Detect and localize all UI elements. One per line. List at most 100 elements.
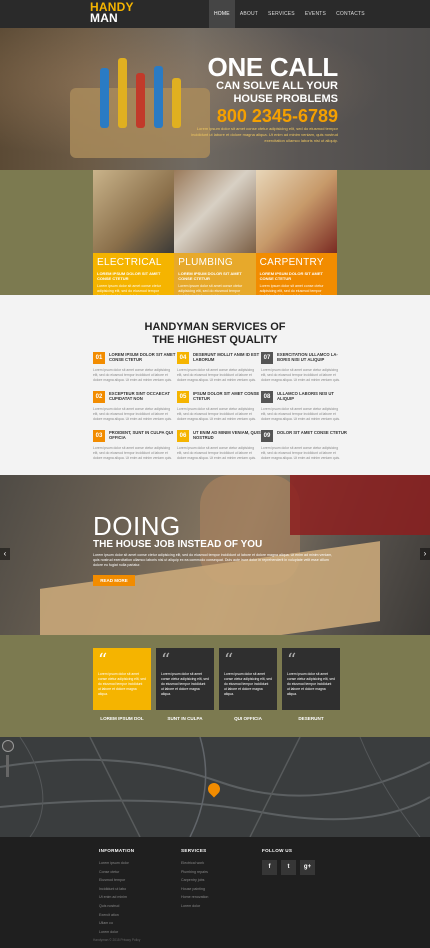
testimonials-band bbox=[0, 635, 430, 737]
screwdriver-image bbox=[136, 73, 145, 128]
multimeter-image bbox=[93, 170, 175, 253]
testimonial-card: “ Lorem ipsum dolor sit amet conse ctetu… bbox=[282, 648, 340, 710]
map-pan-control[interactable] bbox=[2, 740, 14, 752]
service-number: 06 bbox=[177, 430, 189, 442]
read-more-button[interactable]: READ MORE bbox=[93, 575, 135, 586]
nav-home[interactable]: HOME bbox=[209, 0, 235, 28]
footer-link[interactable]: Home renovation bbox=[181, 893, 208, 902]
service-number: 02 bbox=[93, 391, 105, 403]
card-subtitle: LOREM IPSUM DOLOR SIT AMET CONSE CTETUR bbox=[97, 271, 161, 281]
footer-heading: INFORMATION bbox=[99, 848, 135, 853]
footer-link[interactable]: House painting bbox=[181, 885, 208, 894]
quote-icon: “ bbox=[287, 650, 297, 671]
nav-about[interactable]: ABOUT bbox=[235, 0, 263, 28]
testimonial-author: DESERUNT bbox=[298, 716, 324, 721]
service-number: 01 bbox=[93, 352, 105, 364]
quote-icon: “ bbox=[224, 650, 234, 671]
testimonial-card: “ Lorem ipsum dolor sit amet conse ctetu… bbox=[156, 648, 214, 710]
card-subtitle: LOREM IPSUM DOLOR SIT AMET CONSE CTETUR bbox=[259, 271, 323, 281]
service-description: Lorem ipsum dolor sit amet conse ctetur … bbox=[177, 407, 256, 421]
nav-services[interactable]: SERVICES bbox=[263, 0, 300, 28]
footer-link[interactable]: Quis nostrud bbox=[99, 902, 134, 911]
service-description: Lorem ipsum dolor sit amet conse ctetur … bbox=[177, 368, 256, 382]
doing-subtitle: THE HOUSE JOB INSTEAD OF YOU bbox=[93, 539, 263, 550]
doing-text: Lorem ipsum dolor sit amet conse ctetur … bbox=[93, 553, 333, 567]
slider-prev-icon[interactable]: ‹ bbox=[0, 548, 10, 560]
logo-line2: MAN bbox=[90, 11, 118, 25]
footer-link[interactable]: Lorem dolor bbox=[99, 928, 134, 937]
doing-title: DOING bbox=[93, 511, 181, 541]
facebook-icon[interactable]: f bbox=[262, 860, 277, 875]
footer-link[interactable]: Conse ctetur bbox=[99, 868, 134, 877]
card-carpentry[interactable]: CARPENTRY LOREM IPSUM DOLOR SIT AMET CON… bbox=[255, 170, 337, 310]
nav-events[interactable]: EVENTS bbox=[300, 0, 331, 28]
footer-heading: FOLLOW US bbox=[262, 848, 293, 853]
screwdriver-image bbox=[118, 58, 127, 128]
header-bar: HANDY MAN HOME ABOUT SERVICES EVENTS CON… bbox=[0, 0, 430, 28]
card-title: ELECTRICAL bbox=[97, 257, 162, 268]
testimonial-author: QUI OFFICIA bbox=[234, 716, 262, 721]
footer-link[interactable]: Carpentry jobs bbox=[181, 876, 208, 885]
footer-link[interactable]: Eiusmod tempor bbox=[99, 876, 134, 885]
service-number: 08 bbox=[261, 391, 273, 403]
page: HANDY MAN HOME ABOUT SERVICES EVENTS CON… bbox=[0, 0, 430, 948]
hero-description: Lorem ipsum dolor sit amet conse ctetur … bbox=[191, 126, 338, 143]
card-title: CARPENTRY bbox=[259, 257, 324, 268]
service-heading: LOREM IPSUM DOLOR SIT AMET CONSE CTETUR bbox=[109, 352, 176, 362]
google-plus-icon[interactable]: g+ bbox=[300, 860, 315, 875]
quote-icon: “ bbox=[98, 650, 108, 671]
services-title: HANDYMAN SERVICES OF THE HIGHEST QUALITY bbox=[144, 321, 286, 346]
testimonial-author: SUNT IN CULPA bbox=[167, 716, 203, 721]
footer-link[interactable]: Ut enim ad minim bbox=[99, 893, 134, 902]
nav-contacts[interactable]: CONTACTS bbox=[331, 0, 370, 28]
testimonial-text: Lorem ipsum dolor sit amet conse ctetur … bbox=[98, 672, 146, 696]
card-electrical[interactable]: ELECTRICAL LOREM IPSUM DOLOR SIT AMET CO… bbox=[93, 170, 175, 310]
service-heading: EXERCITATION ULLAMCO LA-BORIS NISI UT AL… bbox=[277, 352, 338, 362]
screwdriver-image bbox=[172, 78, 181, 128]
social-links: f t g+ bbox=[262, 860, 315, 875]
slider-next-icon[interactable]: › bbox=[420, 548, 430, 560]
footer-link[interactable]: Lorem dolor bbox=[181, 902, 208, 911]
footer-services: SERVICES Electrical work Plumbing repair… bbox=[181, 848, 208, 911]
logo[interactable]: HANDY MAN bbox=[90, 1, 134, 25]
service-heading: IPSUM DOLOR SIT AMET CONSE CTETUR bbox=[193, 391, 260, 401]
service-cards: ELECTRICAL LOREM IPSUM DOLOR SIT AMET CO… bbox=[93, 170, 337, 310]
footer-follow: FOLLOW US bbox=[262, 848, 292, 853]
testimonial-text: Lorem ipsum dolor sit amet conse ctetur … bbox=[224, 672, 272, 696]
testimonial-card: “ Lorem ipsum dolor sit amet conse ctetu… bbox=[219, 648, 277, 710]
map-zoom-slider[interactable] bbox=[6, 755, 9, 777]
hero-headline: ONE CALL bbox=[207, 52, 339, 82]
hero-phone[interactable]: 800 2345-6789 bbox=[188, 106, 338, 126]
footer-link[interactable]: Electrical work bbox=[181, 859, 208, 868]
testimonial-text: Lorem ipsum dolor sit amet conse ctetur … bbox=[161, 672, 209, 696]
service-number: 03 bbox=[93, 430, 105, 442]
footer-link[interactable]: Lorem ipsum dolor bbox=[99, 859, 134, 868]
screwdriver-image bbox=[154, 66, 163, 128]
service-description: Lorem ipsum dolor sit amet conse ctetur … bbox=[261, 368, 340, 382]
service-number: 07 bbox=[261, 352, 273, 364]
testimonial-author: LOREM IPSUM DOL bbox=[100, 716, 144, 721]
service-description: Lorem ipsum dolor sit amet conse ctetur … bbox=[93, 407, 172, 421]
twitter-icon[interactable]: t bbox=[281, 860, 296, 875]
service-heading: DESERUNT MOLLIT ANIM ID EST LABORUM bbox=[193, 352, 260, 362]
card-plumbing[interactable]: PLUMBING LOREM IPSUM DOLOR SIT AMET CONS… bbox=[174, 170, 256, 310]
footer-link[interactable]: Plumbing repairs bbox=[181, 868, 208, 877]
service-description: Lorem ipsum dolor sit amet conse ctetur … bbox=[177, 446, 256, 460]
quote-icon: “ bbox=[161, 650, 171, 671]
footer bbox=[0, 837, 430, 948]
main-nav: HOME ABOUT SERVICES EVENTS CONTACTS bbox=[209, 0, 370, 28]
hero-banner: ONE CALL CAN SOLVE ALL YOUR HOUSE PROBLE… bbox=[0, 28, 430, 170]
card-subtitle: LOREM IPSUM DOLOR SIT AMET CONSE CTETUR bbox=[178, 271, 242, 281]
testimonial-text: Lorem ipsum dolor sit amet conse ctetur … bbox=[287, 672, 335, 696]
hero-text: ONE CALL CAN SOLVE ALL YOUR HOUSE PROBLE… bbox=[188, 54, 338, 144]
copyright: Handyman © 2015 Privacy Policy bbox=[93, 938, 141, 942]
service-heading: ULLAMCO LABORIS NISI UT ALIQUIP bbox=[277, 391, 334, 401]
footer-link[interactable]: Exercit ation bbox=[99, 911, 134, 920]
footer-link[interactable]: Ullam co bbox=[99, 919, 134, 928]
service-heading: EXCEPTEUR SINT OCCAECAT CUPIDATAT NON bbox=[109, 391, 170, 401]
service-heading: UT ENIM AD MINIM VENIAM, QUIS NOSTRUD bbox=[193, 430, 261, 440]
service-description: Lorem ipsum dolor sit amet conse ctetur … bbox=[93, 368, 172, 382]
footer-link[interactable]: Incididunt ut labo bbox=[99, 885, 134, 894]
service-heading: DOLOR SIT AMET CONSE CTETUR bbox=[277, 430, 347, 435]
service-number: 09 bbox=[261, 430, 273, 442]
